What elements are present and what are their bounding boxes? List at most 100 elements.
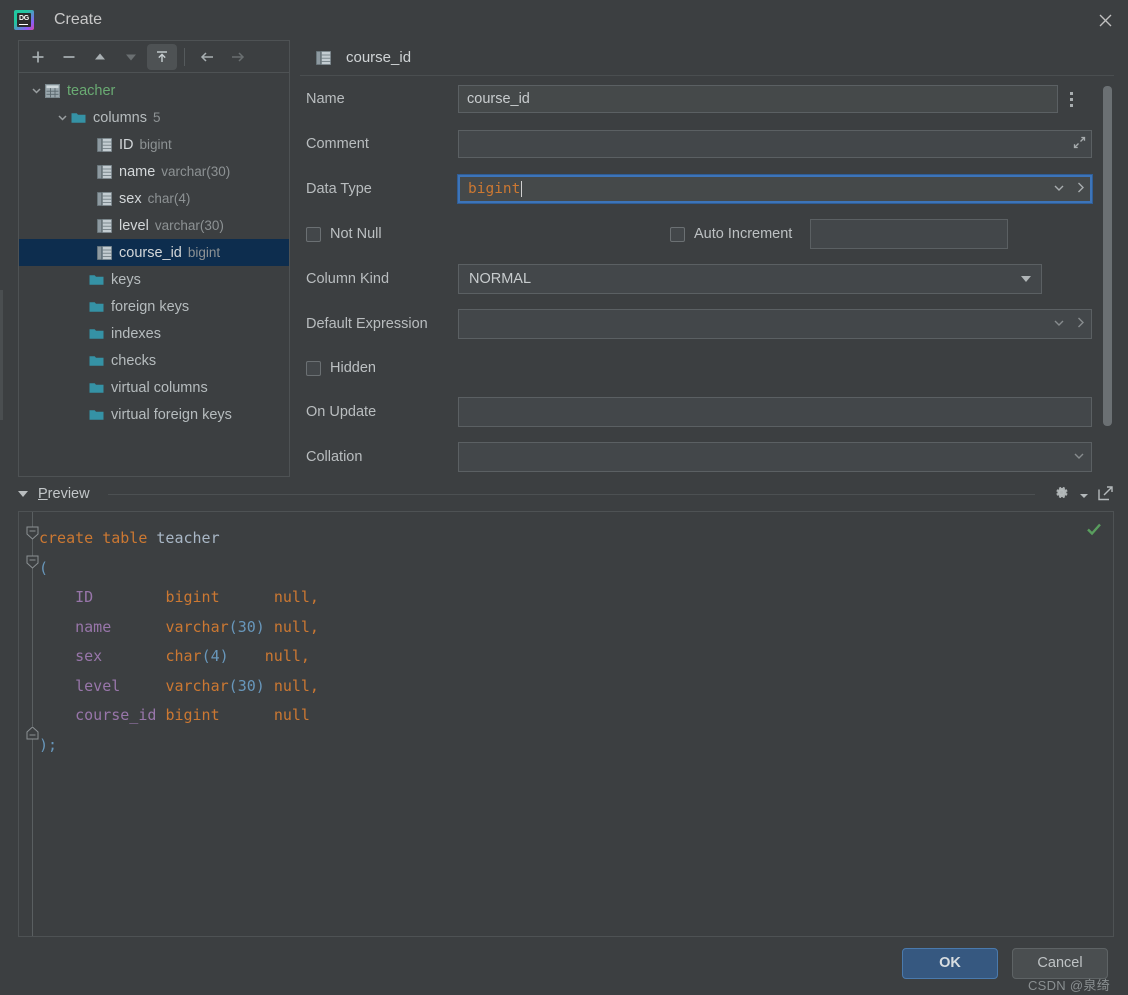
data-type-input[interactable]: bigint (457, 174, 1093, 204)
move-down-button[interactable] (116, 44, 146, 70)
comment-label: Comment (306, 136, 369, 152)
tree-item-column-course-id[interactable]: course_id bigint (19, 239, 289, 266)
column-icon (97, 218, 112, 233)
fold-marker-icon[interactable] (26, 526, 39, 540)
table-icon (45, 83, 60, 98)
field-row-comment: Comment (300, 129, 1092, 159)
navigate-back-button[interactable] (192, 44, 222, 70)
not-null-label: Not Null (330, 226, 382, 242)
chevron-right-icon[interactable] (1075, 316, 1086, 332)
chevron-down-icon[interactable] (1052, 181, 1066, 197)
data-type-label: Data Type (306, 181, 372, 197)
tree-item-column-level[interactable]: level varchar(30) (19, 212, 289, 239)
sql-create-keyword: create table (39, 529, 148, 547)
page-title: course_id (346, 49, 412, 66)
open-external-icon[interactable] (1098, 485, 1114, 504)
column-icon (316, 50, 331, 65)
tree-node-label: indexes (111, 325, 161, 342)
tree-node-virtual-columns[interactable]: virtual columns (19, 374, 289, 401)
comment-adornments (1073, 130, 1086, 158)
form-rows: Name course_id Comment Data Type bigint … (300, 84, 1114, 472)
chevron-down-icon[interactable] (27, 85, 45, 96)
tree-item-column-sex[interactable]: sex char(4) (19, 185, 289, 212)
tree-node-columns[interactable]: columns 5 (19, 104, 289, 131)
sql-col-2-type: char (165, 647, 202, 665)
on-update-input[interactable] (458, 397, 1092, 427)
column-type: varchar(30) (154, 218, 224, 233)
tree-node-virtual-foreign-keys[interactable]: virtual foreign keys (19, 401, 289, 428)
tree-node-keys[interactable]: keys (19, 266, 289, 293)
sql-open-paren: ( (39, 558, 49, 577)
fold-marker-icon[interactable] (26, 726, 39, 740)
remove-button[interactable] (54, 44, 84, 70)
sql-col-2-len: 4 (210, 647, 220, 665)
field-row-column-kind: Column Kind NORMAL (300, 264, 1092, 294)
column-icon (97, 245, 112, 260)
folder-icon (89, 381, 104, 394)
collation-input[interactable] (458, 442, 1092, 472)
panel-edge-strip (0, 290, 3, 420)
column-icon (97, 191, 112, 206)
preview-title-mnemonic: P (38, 486, 48, 502)
object-tree[interactable]: teacher columns 5 ID bigint name varchar… (19, 73, 289, 476)
scrollbar-thumb[interactable] (1103, 86, 1112, 426)
column-type: bigint (187, 245, 221, 260)
dialog-footer: OK Cancel CSDN @泉绮 (0, 937, 1128, 995)
close-icon[interactable] (1082, 0, 1128, 40)
add-button[interactable] (23, 44, 53, 70)
sql-col-1-name: name (75, 617, 112, 636)
hidden-checkbox[interactable]: Hidden (300, 360, 376, 376)
auto-increment-checkbox[interactable]: Auto Increment (670, 226, 792, 242)
sql-col-2-name: sex (75, 647, 103, 665)
chevron-right-icon[interactable] (1075, 181, 1086, 197)
form-scrollbar[interactable] (1103, 78, 1112, 473)
move-up-button[interactable] (85, 44, 115, 70)
title-bar: DG Create (0, 0, 1128, 40)
preview-header-icons (1053, 484, 1114, 504)
submit-icon[interactable] (147, 43, 177, 70)
tree-item-column-name[interactable]: name varchar(30) (19, 158, 289, 185)
expand-icon[interactable] (1073, 136, 1086, 152)
column-count: 5 (153, 110, 161, 125)
collapse-triangle-icon[interactable] (18, 491, 28, 497)
sql-preview-editor[interactable]: create table teacher ( ID bigint null, n… (18, 511, 1114, 937)
header-divider (107, 493, 1035, 495)
tree-node-label: virtual columns (111, 379, 208, 396)
comment-input[interactable] (458, 130, 1092, 158)
watermark: CSDN @泉绮 (1027, 978, 1110, 993)
gear-icon[interactable] (1053, 484, 1070, 504)
tree-node-indexes[interactable]: indexes (19, 320, 289, 347)
name-input[interactable]: course_id (458, 85, 1058, 113)
tree-toolbar (19, 41, 289, 73)
auto-increment-value-input[interactable] (810, 219, 1009, 249)
create-table-dialog: DG Create teacher columns 5 ID bigint na… (0, 0, 1128, 995)
chevron-down-icon[interactable] (53, 112, 71, 123)
ok-button[interactable]: OK (902, 947, 998, 979)
sql-code[interactable]: create table teacher ( ID bigint null, n… (39, 512, 1113, 936)
collation-label: Collation (306, 449, 363, 465)
chevron-down-icon[interactable] (1052, 316, 1066, 332)
chevron-down-icon[interactable] (1080, 486, 1088, 502)
preview-title[interactable]: Preview (38, 486, 90, 502)
column-type: char(4) (147, 191, 191, 206)
tree-node-checks[interactable]: checks (19, 347, 289, 374)
more-options-icon[interactable] (1064, 88, 1078, 110)
column-icon (97, 164, 112, 179)
tree-node-foreign-keys[interactable]: foreign keys (19, 293, 289, 320)
fold-marker-icon[interactable] (26, 555, 39, 569)
folder-icon (89, 354, 104, 367)
data-type-value: bigint (468, 181, 521, 197)
column-kind-select[interactable]: NORMAL (458, 264, 1042, 294)
datagrip-icon: DG (14, 10, 34, 30)
default-expression-adornments (1052, 309, 1086, 339)
default-expression-input[interactable] (458, 309, 1092, 339)
chevron-down-icon[interactable] (1072, 449, 1086, 465)
navigate-forward-button[interactable] (223, 44, 253, 70)
tree-node-label: keys (111, 271, 141, 288)
not-null-checkbox[interactable]: Not Null (300, 226, 670, 242)
tree-node-teacher[interactable]: teacher (19, 77, 289, 104)
tree-node-label: foreign keys (111, 298, 190, 315)
cancel-button[interactable]: Cancel (1012, 947, 1108, 979)
data-type-adornments (1052, 175, 1086, 203)
tree-item-column-id[interactable]: ID bigint (19, 131, 289, 158)
